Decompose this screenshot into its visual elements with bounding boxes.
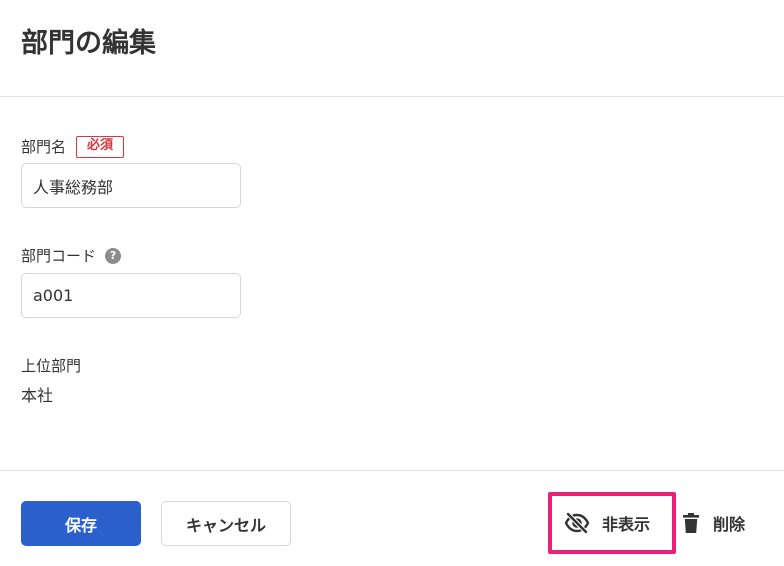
trash-icon	[682, 512, 700, 534]
parent-department-value: 本社	[21, 386, 54, 405]
delete-button[interactable]: 削除	[682, 511, 745, 535]
page-title: 部門の編集	[21, 28, 156, 59]
department-code-input[interactable]	[21, 273, 241, 318]
eye-off-icon	[564, 512, 590, 534]
required-badge: 必須	[76, 136, 125, 158]
department-name-input[interactable]	[21, 163, 241, 208]
hide-button[interactable]: 非表示	[564, 511, 650, 535]
parent-department-label-row: 上位部門	[21, 356, 81, 376]
hide-label: 非表示	[602, 515, 651, 534]
delete-label: 削除	[713, 515, 746, 534]
edit-department-page: 部門の編集 部門名 必須 部門コード ? 上位部門 本社 保存 キャンセル 非表…	[0, 0, 784, 566]
help-icon[interactable]: ?	[105, 248, 122, 264]
department-code-label: 部門コード	[21, 247, 97, 265]
page-header: 部門の編集	[0, 0, 784, 97]
department-code-label-row: 部門コード ?	[21, 246, 122, 266]
parent-department-label: 上位部門	[21, 357, 82, 375]
save-button[interactable]: 保存	[21, 501, 141, 546]
department-name-label-row: 部門名 必須	[21, 136, 125, 158]
department-name-label: 部門名	[21, 138, 67, 156]
cancel-button[interactable]: キャンセル	[161, 501, 291, 546]
